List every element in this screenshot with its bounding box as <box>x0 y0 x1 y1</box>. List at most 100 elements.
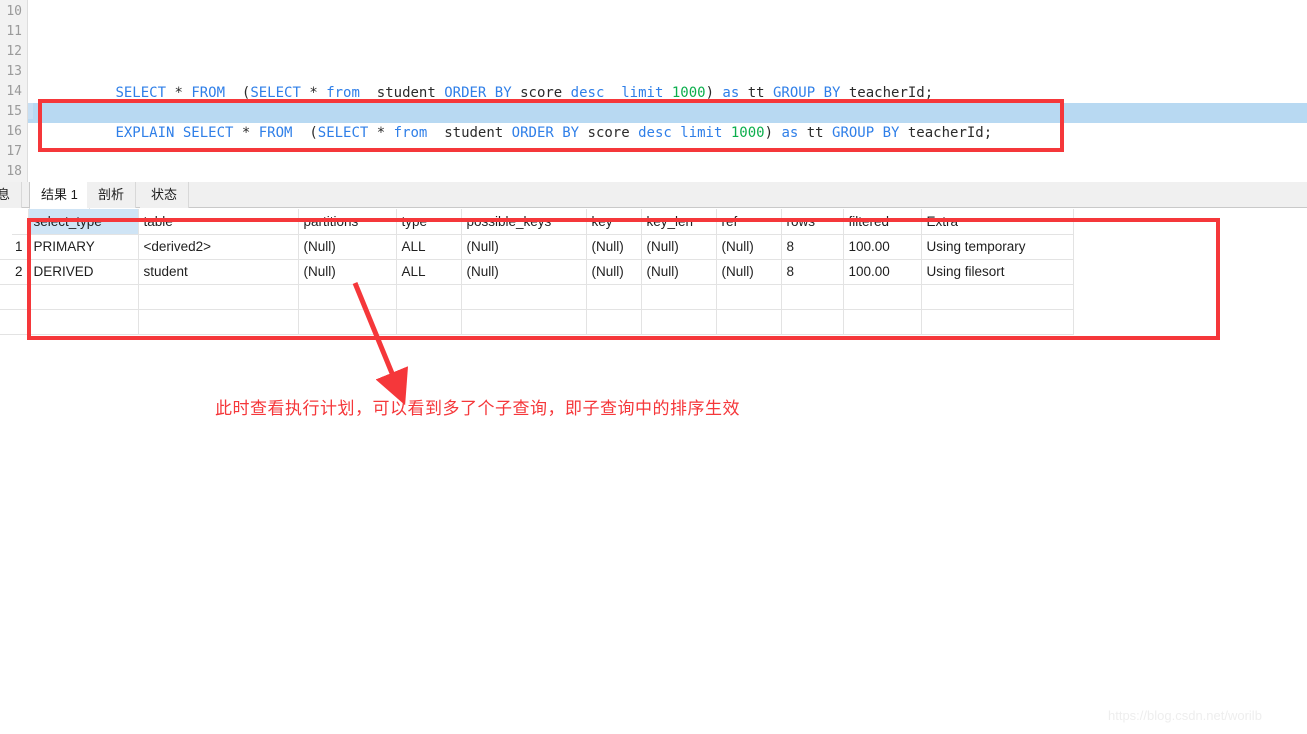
column-header-type[interactable]: type <box>396 209 462 235</box>
tab-result[interactable]: 结果 1 <box>29 182 90 209</box>
empty-cell <box>716 309 782 335</box>
code-token: student <box>359 85 445 101</box>
watermark: https://blog.csdn.net/worilb <box>1108 708 1262 723</box>
cell-table[interactable]: student <box>138 259 299 285</box>
empty-cell <box>0 309 29 335</box>
tab-status[interactable]: 状态 <box>140 182 190 208</box>
code-token: student <box>427 125 512 141</box>
line-number: 15 <box>6 104 22 119</box>
empty-cell <box>28 309 139 335</box>
column-header-Extra[interactable]: Extra <box>921 209 1074 235</box>
column-header-partitions[interactable]: partitions <box>298 209 397 235</box>
code-token: as <box>781 125 799 141</box>
code-token: from <box>393 125 428 141</box>
code-token: FROM <box>258 125 293 141</box>
cell-Extra[interactable]: Using temporary <box>921 234 1074 260</box>
cell-key[interactable]: (Null) <box>586 259 642 285</box>
table-row[interactable]: 1 PRIMARY <derived2> (Null) ALL (Null) (Null)(… <box>0 234 1074 260</box>
empty-cell <box>586 309 642 335</box>
code-token: SELECT <box>317 125 369 141</box>
code-token: limit <box>680 125 723 141</box>
code-token: ) <box>764 125 782 141</box>
table-header-row: select_type table partitions type possible_k… <box>0 209 1074 235</box>
code-token: * <box>368 125 394 141</box>
code-token: * <box>233 125 259 141</box>
table-empty-row <box>0 284 1074 310</box>
line-number: 11 <box>6 24 22 39</box>
code-token: 1000 <box>730 125 765 141</box>
cell-ref[interactable]: (Null) <box>716 234 782 260</box>
empty-cell <box>716 284 782 310</box>
cell-possible_keys[interactable]: (Null) <box>461 259 587 285</box>
cell-select_type[interactable]: PRIMARY <box>28 234 139 260</box>
cell-filtered[interactable]: 100.00 <box>843 259 922 285</box>
explain-result-grid[interactable]: select_type table partitions type possible_k… <box>0 209 1307 349</box>
table-body[interactable]: 1 PRIMARY <derived2> (Null) ALL (Null) (Null)(… <box>0 234 1074 335</box>
code-line-15-tokens: EXPLAIN SELECT * FROM (SELECT * from stu… <box>95 125 992 141</box>
selection-marker <box>28 103 33 119</box>
sql-editor[interactable]: 10 11 12 13 14 15 16 17 18 SELECT * FROM… <box>0 0 1307 182</box>
column-header-filtered[interactable]: filtered <box>843 209 922 235</box>
code-token: ) <box>705 85 723 101</box>
table-row[interactable]: 2 DERIVED student (Null) ALL (Null) (Null) (Nul… <box>0 259 1074 285</box>
code-token: ORDER BY <box>444 85 512 101</box>
empty-cell <box>461 284 587 310</box>
tab-info[interactable]: 息 <box>0 182 23 208</box>
cell-Extra[interactable]: Using filesort <box>921 259 1074 285</box>
column-header-possible_keys[interactable]: possible_keys <box>461 209 587 235</box>
line-number: 13 <box>6 64 22 79</box>
result-table[interactable]: select_type table partitions type possible_k… <box>0 209 1074 335</box>
code-token: tt <box>798 125 833 141</box>
column-header-ref[interactable]: ref <box>716 209 782 235</box>
editor-code-area[interactable]: SELECT * FROM ( SELECT * from student ORD… <box>28 0 1307 182</box>
code-token: score <box>579 125 639 141</box>
cell-possible_keys[interactable]: (Null) <box>461 234 587 260</box>
code-token: GROUP BY <box>832 125 900 141</box>
cell-ref[interactable]: (Null) <box>716 259 782 285</box>
row-index: 2 <box>0 259 29 285</box>
cell-rows[interactable]: 8 <box>781 234 844 260</box>
line-number: 10 <box>6 4 22 19</box>
code-token: GROUP BY <box>773 85 841 101</box>
code-token: as <box>722 85 740 101</box>
code-line-15[interactable]: EXPLAIN SELECT * FROM (SELECT * from stu… <box>28 103 1307 141</box>
column-header-key_len[interactable]: key_len <box>641 209 717 235</box>
column-header-table[interactable]: table <box>138 209 299 235</box>
tab-profile[interactable]: 剖析 <box>87 182 137 208</box>
column-header-select_type[interactable]: select_type <box>28 209 139 235</box>
annotation-arrow <box>352 282 409 405</box>
empty-cell <box>138 309 299 335</box>
empty-cell <box>843 284 922 310</box>
code-token: SELECT <box>115 85 167 101</box>
cell-table[interactable]: <derived2> <box>138 234 299 260</box>
cell-key_len[interactable]: (Null) <box>641 259 717 285</box>
cell-filtered[interactable]: 100.00 <box>843 234 922 260</box>
code-token: ( <box>225 85 251 101</box>
empty-cell <box>641 309 717 335</box>
code-token: ORDER BY <box>511 125 580 141</box>
column-header-key[interactable]: key <box>586 209 642 235</box>
line-number: 18 <box>6 164 22 179</box>
code-token: * <box>166 85 192 101</box>
code-line-13-tokens: SELECT * FROM (SELECT * from student ORD… <box>95 85 933 101</box>
column-header-rows[interactable]: rows <box>781 209 844 235</box>
code-token: teacherId; <box>899 125 993 141</box>
cell-key[interactable]: (Null) <box>586 234 642 260</box>
cell-rows[interactable]: 8 <box>781 259 844 285</box>
code-token: desc <box>570 85 605 101</box>
cell-partitions[interactable]: (Null) <box>298 234 397 260</box>
cell-type[interactable]: ALL <box>396 234 462 260</box>
code-token: 1000 <box>671 85 706 101</box>
result-tabbar[interactable]: 息 结果 1 剖析 状态 <box>0 182 1307 209</box>
cell-key_len[interactable]: (Null) <box>641 234 717 260</box>
cell-select_type[interactable]: DERIVED <box>28 259 139 285</box>
line-number: 14 <box>6 84 22 99</box>
empty-cell <box>921 284 1074 310</box>
code-token: teacherId; <box>840 85 934 101</box>
code-token: desc <box>638 125 672 141</box>
grid-left-mask <box>0 209 12 239</box>
code-line-13[interactable]: SELECT * FROM (SELECT * from student ORD… <box>28 63 933 101</box>
